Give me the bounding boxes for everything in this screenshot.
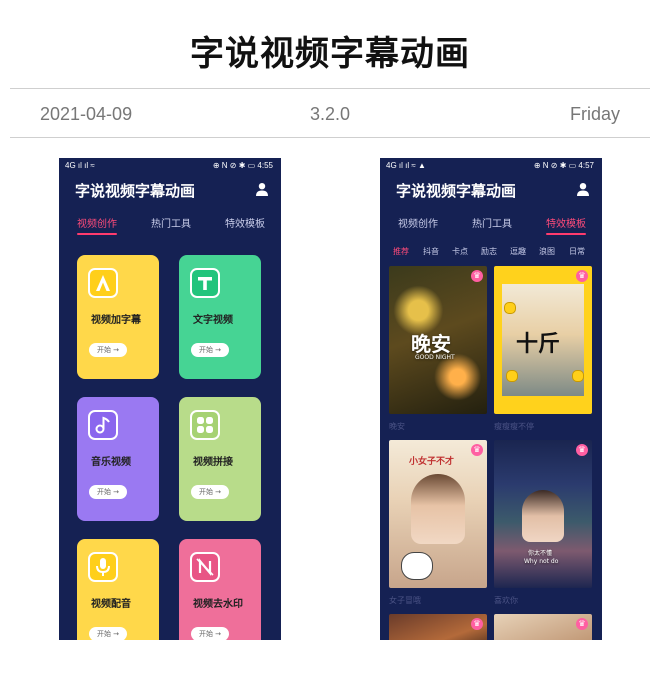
card-video-merge[interactable]: 视频拼接 开始 → <box>179 397 261 521</box>
start-button[interactable]: 开始 → <box>191 343 229 357</box>
letter-a-icon <box>88 268 118 298</box>
status-bar: 4G ıl ıl ≈ ▲ ⊕ N ⊘ ✱ ▭ 4:57 <box>380 158 602 174</box>
status-time: ⊕ N ⊘ ✱ ▭ 4:57 <box>533 161 594 170</box>
user-icon[interactable] <box>255 182 269 196</box>
tab-hot-tools[interactable]: 热门工具 <box>472 215 512 230</box>
music-note-icon <box>88 410 118 440</box>
start-button[interactable]: 开始 → <box>191 627 229 640</box>
tile-overlay-text: 十斤 <box>516 332 561 357</box>
crown-icon: ♛ <box>576 444 588 456</box>
tab-video-creation[interactable]: 视频创作 <box>398 215 438 230</box>
template-tile[interactable]: ♛ 你太不懂 Why not do <box>494 440 592 588</box>
category-bar: 推荐 抖音 卡点 励志 逗趣 浪图 日常 <box>380 246 602 260</box>
bottom-divider <box>10 137 650 138</box>
tile-caption: 喜欢你 <box>494 596 518 605</box>
category-recommended[interactable]: 推荐 <box>393 246 409 257</box>
card-label: 文字视频 <box>193 315 233 326</box>
card-music-video[interactable]: 音乐视频 开始 → <box>77 397 159 521</box>
letter-t-icon <box>190 268 220 298</box>
app-title: 字说视频字幕动画 <box>75 182 196 200</box>
emoji-icon <box>504 302 516 314</box>
tile-caption: 女子冒哦 <box>389 596 421 605</box>
signal-indicators: 4G ıl ıl ≈ ▲ <box>386 161 426 170</box>
template-tile[interactable]: ♛ 晚安 GOOD NIGHT <box>389 266 487 414</box>
card-label: 视频去水印 <box>193 599 243 610</box>
category-fun[interactable]: 逗趣 <box>510 246 526 257</box>
category-douyin[interactable]: 抖音 <box>423 246 439 257</box>
card-video-subtitles[interactable]: 视频加字幕 开始 → <box>77 255 159 379</box>
category-beat[interactable]: 卡点 <box>452 246 468 257</box>
microphone-icon <box>88 552 118 582</box>
tile-overlay-text: 晚安 <box>411 332 451 356</box>
top-divider <box>10 88 650 89</box>
grid-icon <box>190 410 220 440</box>
card-label: 视频拼接 <box>193 457 233 468</box>
app-title: 字说视频字幕动画 <box>396 182 517 200</box>
start-button[interactable]: 开始 → <box>89 343 127 357</box>
main-tabs: 视频创作 热门工具 特效模板 <box>59 215 281 239</box>
template-tile[interactable]: ♛ <box>494 614 592 640</box>
emoji-icon <box>506 370 518 382</box>
start-button[interactable]: 开始 → <box>89 485 127 499</box>
card-label: 视频配音 <box>91 599 131 610</box>
card-label: 音乐视频 <box>91 457 131 468</box>
emoji-icon <box>572 370 584 382</box>
card-video-dubbing[interactable]: 视频配音 开始 → <box>77 539 159 640</box>
status-time: ⊕ N ⊘ ✱ ▭ 4:55 <box>212 161 273 170</box>
card-text-video[interactable]: 文字视频 开始 → <box>179 255 261 379</box>
tab-effect-templates[interactable]: 特效模板 <box>546 215 586 235</box>
tile-overlay-text: 小女子不才 <box>409 457 455 467</box>
crown-icon: ♛ <box>471 618 483 630</box>
tile-overlay-text: 你太不懂 <box>528 550 553 557</box>
crown-icon: ♛ <box>471 444 483 456</box>
phone-screen-creation: 4G ıl ıl ≈ ⊕ N ⊘ ✱ ▭ 4:55 字说视频字幕动画 视频创作 … <box>59 158 281 640</box>
tab-hot-tools[interactable]: 热门工具 <box>151 215 191 230</box>
tile-overlay-subtext: GOOD NIGHT <box>415 354 455 361</box>
card-remove-watermark[interactable]: 视频去水印 开始 → <box>179 539 261 640</box>
crown-icon: ♛ <box>576 618 588 630</box>
start-button[interactable]: 开始 → <box>191 485 229 499</box>
start-button[interactable]: 开始 → <box>89 627 127 640</box>
user-icon[interactable] <box>576 182 590 196</box>
signal-indicators: 4G ıl ıl ≈ <box>65 161 95 170</box>
weekday-label: Friday <box>569 104 620 124</box>
tile-photo <box>411 474 465 544</box>
tile-photo <box>522 490 564 542</box>
template-tile[interactable]: ♛ 十斤 <box>494 266 592 414</box>
status-bar: 4G ıl ıl ≈ ⊕ N ⊘ ✱ ▭ 4:55 <box>59 158 281 174</box>
no-watermark-icon <box>190 552 220 582</box>
tab-video-creation[interactable]: 视频创作 <box>77 215 117 235</box>
page-title: 字说视频字幕动画 <box>190 34 470 74</box>
category-daily[interactable]: 日常 <box>569 246 585 257</box>
tile-overlay-subtext: Why not do <box>524 558 559 565</box>
phone-screen-templates: 4G ıl ıl ≈ ▲ ⊕ N ⊘ ✱ ▭ 4:57 字说视频字幕动画 视频创… <box>380 158 602 640</box>
category-images[interactable]: 浪图 <box>539 246 555 257</box>
card-label: 视频加字幕 <box>91 315 141 326</box>
crown-icon: ♛ <box>471 270 483 282</box>
crown-icon: ♛ <box>576 270 588 282</box>
version-label: 3.2.0 <box>309 104 351 124</box>
template-tile[interactable]: ♛ <box>389 614 487 640</box>
meme-face-icon <box>401 552 433 580</box>
tab-effect-templates[interactable]: 特效模板 <box>225 215 265 230</box>
category-inspire[interactable]: 励志 <box>481 246 497 257</box>
tile-caption: 瘦瘦瘦不停 <box>494 422 534 431</box>
template-tile[interactable]: ♛ 小女子不才 <box>389 440 487 588</box>
main-tabs: 视频创作 热门工具 特效模板 <box>380 215 602 239</box>
tile-caption: 晚安 <box>389 422 405 431</box>
